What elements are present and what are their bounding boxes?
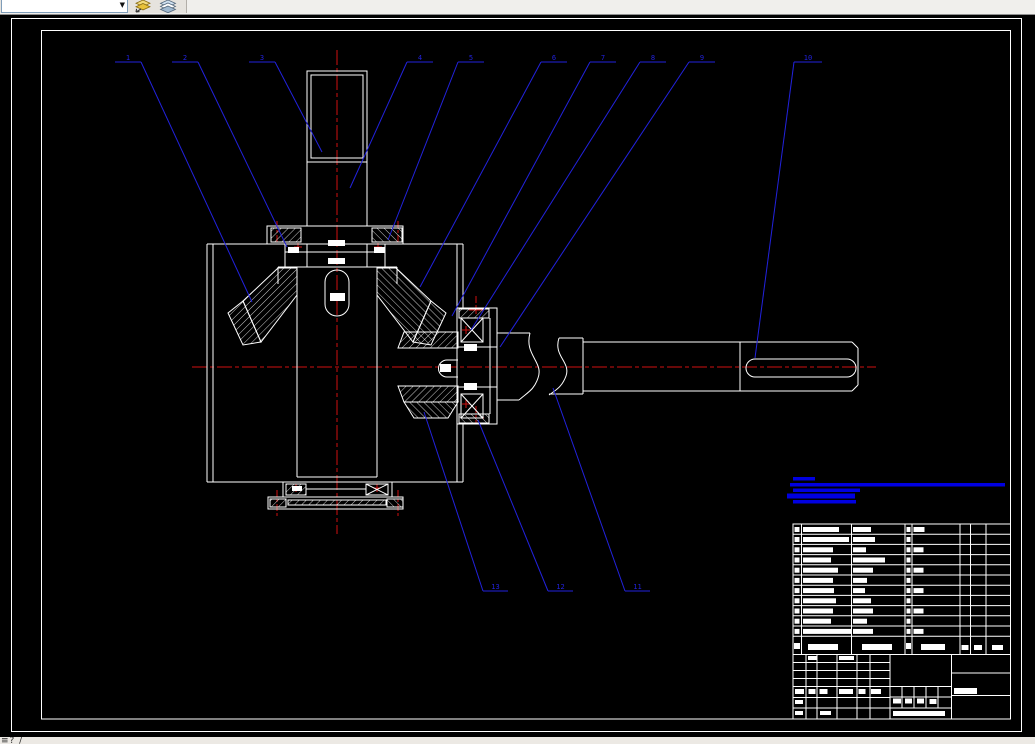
svg-text:1: 1 xyxy=(126,54,130,62)
technical-requirements-text xyxy=(787,477,1005,504)
callout-7: 7 xyxy=(451,54,616,317)
svg-text:5: 5 xyxy=(469,54,473,62)
status-text: ≡? / xyxy=(1,737,24,744)
balloon-callouts: 1 2 3 4 5 6 7 8 9 10111213 xyxy=(115,54,822,592)
gearbox-assembly-drawing xyxy=(206,70,859,510)
title-block-text-blobs xyxy=(794,527,1003,716)
svg-text:8: 8 xyxy=(651,54,655,62)
callout-4: 4 xyxy=(349,54,433,189)
svg-text:10: 10 xyxy=(804,54,812,62)
svg-text:7: 7 xyxy=(601,54,605,62)
callout-10: 10 xyxy=(754,54,822,359)
callout-6: 6 xyxy=(419,54,567,288)
svg-text:12: 12 xyxy=(556,583,564,591)
callout-1: 1 xyxy=(115,54,253,303)
svg-text:3: 3 xyxy=(260,54,264,62)
layer-properties-manager-icon[interactable] xyxy=(158,0,178,13)
svg-text:13: 13 xyxy=(491,583,499,591)
callout-5: 5 xyxy=(387,54,484,241)
layers-toolbar: ▼ xyxy=(0,0,187,13)
callout-13: 13 xyxy=(423,411,508,592)
make-objects-layer-current-icon[interactable] xyxy=(133,0,153,13)
tech-req-line-5 xyxy=(793,500,856,504)
callout-2: 2 xyxy=(172,54,288,248)
tech-req-line-1 xyxy=(793,477,815,481)
tech-req-line-3 xyxy=(793,488,860,492)
callout-12: 12 xyxy=(477,419,573,592)
svg-text:4: 4 xyxy=(418,54,422,62)
callout-8: 8 xyxy=(470,54,666,331)
tech-req-line-2 xyxy=(790,483,1005,487)
toolbar-strip: ▼ xyxy=(0,0,1035,15)
svg-text:6: 6 xyxy=(552,54,556,62)
cad-model-space[interactable]: 1 2 3 4 5 6 7 8 9 10 11 12 13 xyxy=(0,0,1035,744)
svg-text:9: 9 xyxy=(700,54,704,62)
sheet-border-frames xyxy=(11,18,1022,732)
callout-11: 11 xyxy=(552,387,650,592)
callout-9: 9 xyxy=(499,54,715,348)
svg-text:2: 2 xyxy=(183,54,187,62)
svg-text:11: 11 xyxy=(633,583,641,591)
title-block-table xyxy=(792,523,1011,720)
tech-req-line-4 xyxy=(787,493,855,499)
application-window: { "window": { "toolbar": { "layer_combo_… xyxy=(0,0,1035,744)
layer-combo[interactable]: ▼ xyxy=(1,0,128,13)
chevron-down-icon[interactable]: ▼ xyxy=(120,2,125,9)
status-strip: ≡? / xyxy=(0,737,1035,744)
